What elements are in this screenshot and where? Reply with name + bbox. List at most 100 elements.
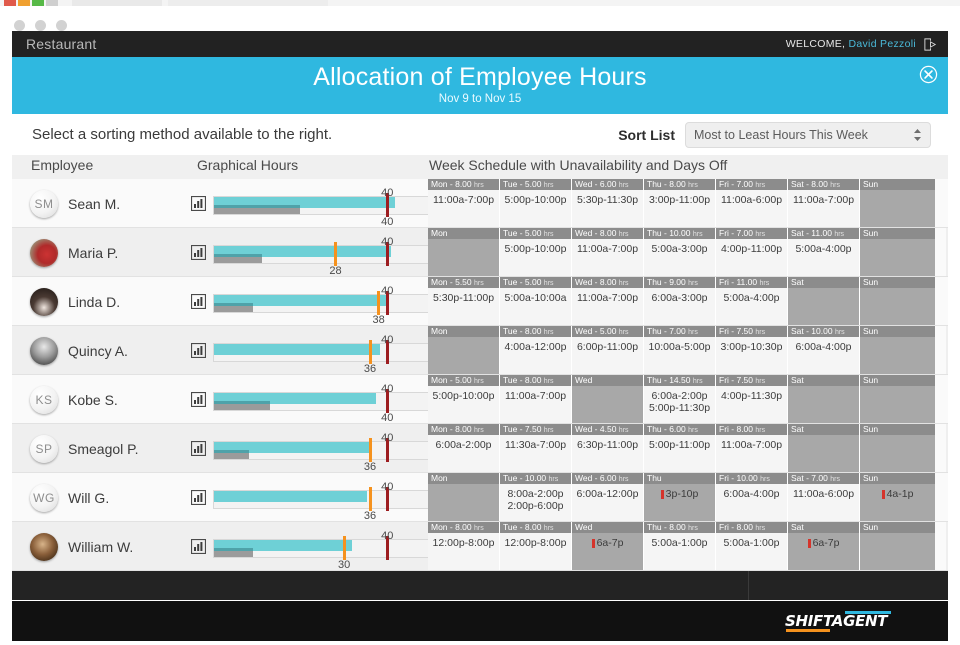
day-cell-mon[interactable]: Mon - 8.00 hrs 12:00p-8:00p [428,522,500,571]
day-cell-mon[interactable]: Mon [428,326,500,375]
day-cell-sat[interactable]: Sat [788,375,860,424]
employee-table-body[interactable]: SM Sean M. 40 40 Mon - 8.00 hrs 11:00a-7:00p T… [12,179,948,571]
day-cell-sat[interactable]: Sat - 11.00 hrs 5:00a-4:00p [788,228,860,277]
day-cell-mon[interactable]: Mon [428,473,500,522]
table-row[interactable]: KS Kobe S. 40 40 Mon - 5.00 hrs 5:00p-10:00p T… [12,375,948,424]
day-cell-thu[interactable]: Thu - 8.00 hrs 3:00p-11:00p [644,179,716,228]
day-shifts: 3:00p-10:30p [716,337,787,353]
day-cell-wed[interactable]: Wed - 8.00 hrs 11:00a-7:00p [572,277,644,326]
day-cell-tue[interactable]: Tue - 7.50 hrs 11:30a-7:00p [500,424,572,473]
day-cell-mon[interactable]: Mon - 5.00 hrs 5:00p-10:00p [428,375,500,424]
minimize-dot[interactable] [35,20,46,31]
day-name: Fri - 7.50 [719,326,756,336]
day-cell-sun[interactable]: Sun [860,326,935,375]
avatar[interactable]: WG [30,483,58,512]
avatar[interactable] [30,238,58,267]
table-row[interactable]: Quincy A. 36 40 Mon Tue - 8.00 hrs 4:00a-12:0… [12,326,948,375]
day-cell-mon[interactable]: Mon - 5.50 hrs 5:30p-11:00p [428,277,500,326]
avatar[interactable] [30,336,58,365]
day-cell-tue[interactable]: Tue - 5.00 hrs 5:00p-10:00p [500,228,572,277]
day-cell-sat[interactable]: Sat - 7.00 hrs 11:00a-6:00p [788,473,860,522]
table-row[interactable]: WG Will G. 36 40 Mon Tue - 10.00 hrs 8:00a-2:0… [12,473,948,522]
day-cell-fri[interactable]: Fri - 7.00 hrs 11:00a-6:00p [716,179,788,228]
table-row[interactable]: SM Sean M. 40 40 Mon - 8.00 hrs 11:00a-7:00p T… [12,179,948,228]
day-cell-fri[interactable]: Fri - 7.50 hrs 4:00p-11:30p [716,375,788,424]
day-cell-thu[interactable]: Thu - 8.00 hrs 5:00a-1:00p [644,522,716,571]
bar-chart-icon[interactable] [190,196,206,211]
day-shifts: 11:00a-7:00p [788,190,859,206]
avatar[interactable]: SM [30,189,58,218]
day-cell-thu[interactable]: Thu - 6.00 hrs 5:00p-11:00p [644,424,716,473]
day-cell-wed[interactable]: Wed - 4.50 hrs 6:30p-11:00p [572,424,644,473]
close-circle-icon[interactable] [919,65,938,84]
day-cell-wed[interactable]: Wed - 6.00 hrs 5:30p-11:30p [572,179,644,228]
bar-chart-icon[interactable] [190,441,206,456]
day-cell-tue[interactable]: Tue - 8.00 hrs 12:00p-8:00p [500,522,572,571]
table-row[interactable]: SP Smeagol P. 36 40 Mon - 8.00 hrs 6:00a-2:00… [12,424,948,473]
day-cell-sun[interactable]: Sun [860,228,935,277]
week-right-pad [935,522,946,571]
day-cell-tue[interactable]: Tue - 5.00 hrs 5:00a-10:00a [500,277,572,326]
logout-icon[interactable] [923,37,938,52]
day-cell-thu[interactable]: Thu - 10.00 hrs 5:00a-3:00p [644,228,716,277]
spinner-updown-icon[interactable] [913,128,922,142]
maximize-dot[interactable] [56,20,67,31]
day-cell-wed[interactable]: Wed - 8.00 hrs 11:00a-7:00p [572,228,644,277]
day-cell-wed[interactable]: Wed 6a-7p [572,522,644,571]
day-cell-mon[interactable]: Mon - 8.00 hrs 6:00a-2:00p [428,424,500,473]
close-dot[interactable] [14,20,25,31]
day-shifts: 3:00p-11:00p [644,190,715,206]
bar-chart-icon[interactable] [190,343,206,358]
day-cell-thu[interactable]: Thu - 9.00 hrs 6:00a-3:00p [644,277,716,326]
user-name[interactable]: David Pezzoli [848,38,916,50]
day-cell-fri[interactable]: Fri - 7.00 hrs 4:00p-11:00p [716,228,788,277]
day-cell-fri[interactable]: Fri - 8.00 hrs 11:00a-7:00p [716,424,788,473]
table-row[interactable]: Linda D. 38 40 Mon - 5.50 hrs 5:30p-11:00p Tu… [12,277,948,326]
bar-chart-icon[interactable] [190,490,206,505]
day-cell-wed[interactable]: Wed [572,375,644,424]
day-cell-sun[interactable]: Sun [860,375,935,424]
shift-time: 5:00a-1:00p [651,537,708,549]
day-shifts: 6:00a-12:00p [572,484,643,500]
day-cell-sat[interactable]: Sat - 8.00 hrs 11:00a-7:00p [788,179,860,228]
day-cell-sun[interactable]: Sun [860,277,935,326]
bar-chart-icon[interactable] [190,539,206,554]
day-cell-sun[interactable]: Sun [860,522,935,571]
bar-chart-icon[interactable] [190,294,206,309]
day-cell-sun[interactable]: Sun [860,424,935,473]
day-cell-thu[interactable]: Thu - 14.50 hrs 6:00a-2:00p 5:00p-11:30p [644,375,716,424]
day-cell-wed[interactable]: Wed - 5.00 hrs 6:00p-11:00p [572,326,644,375]
day-cell-fri[interactable]: Fri - 7.50 hrs 3:00p-10:30p [716,326,788,375]
table-row[interactable]: William W. 30 40 Mon - 8.00 hrs 12:00p-8:00p… [12,522,948,571]
day-cell-tue[interactable]: Tue - 8.00 hrs 4:00a-12:00p [500,326,572,375]
day-cell-sat[interactable]: Sat 6a-7p [788,522,860,571]
avatar[interactable]: SP [30,434,58,463]
day-name: Thu - 7.00 [647,326,689,336]
day-cell-mon[interactable]: Mon [428,228,500,277]
day-cell-fri[interactable]: Fri - 8.00 hrs 5:00a-1:00p [716,522,788,571]
day-cell-fri[interactable]: Fri - 11.00 hrs 5:00a-4:00p [716,277,788,326]
avatar[interactable] [30,532,58,561]
sort-select[interactable]: Most to Least Hours This Week [685,121,931,148]
day-cell-fri[interactable]: Fri - 10.00 hrs 6:00a-4:00p [716,473,788,522]
day-name: Sat - 11.00 [791,228,835,238]
avatar[interactable] [30,287,58,316]
day-cell-sun[interactable]: Sun 4a-1p [860,473,935,522]
day-cell-thu[interactable]: Thu - 7.00 hrs 10:00a-5:00p [644,326,716,375]
bar-chart-icon[interactable] [190,392,206,407]
day-cell-sun[interactable]: Sun [860,179,935,228]
avatar[interactable]: KS [30,385,58,414]
day-cell-sat[interactable]: Sat [788,424,860,473]
table-row[interactable]: Maria P. 28 40 Mon Tue - 5.00 hrs 5:00p-10:00… [12,228,948,277]
day-cell-mon[interactable]: Mon - 8.00 hrs 11:00a-7:00p [428,179,500,228]
bar-chart-icon[interactable] [190,245,206,260]
day-cell-tue[interactable]: Tue - 8.00 hrs 11:00a-7:00p [500,375,572,424]
day-hours-unit: hrs [618,329,629,336]
day-cell-thu[interactable]: Thu 3p-10p [644,473,716,522]
day-cell-sat[interactable]: Sat [788,277,860,326]
day-cell-wed[interactable]: Wed - 6.00 hrs 6:00a-12:00p [572,473,644,522]
day-cell-sat[interactable]: Sat - 10.00 hrs 6:00a-4:00p [788,326,860,375]
shift-time: 11:00a-7:00p [576,292,639,304]
day-cell-tue[interactable]: Tue - 5.00 hrs 5:00p-10:00p [500,179,572,228]
day-cell-tue[interactable]: Tue - 10.00 hrs 8:00a-2:00p 2:00p-6:00p [500,473,572,522]
